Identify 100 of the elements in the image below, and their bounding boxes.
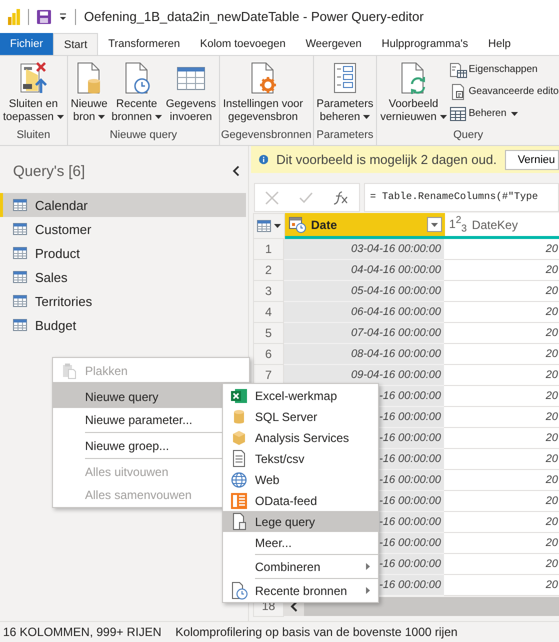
excel-icon <box>231 388 247 404</box>
recent-sources-icon <box>230 582 248 600</box>
table-icon <box>13 223 27 235</box>
query-item[interactable]: Territories <box>0 289 246 313</box>
filter-button[interactable] <box>427 217 442 232</box>
table-cell: 20 <box>444 407 559 428</box>
query-item[interactable]: Customer <box>0 217 246 241</box>
row-number: 2 <box>253 260 284 281</box>
app-logo-icon <box>8 8 20 24</box>
table-cell: 20 <box>444 323 559 344</box>
ribbon-button[interactable]: Instellingen voor gegevensbron <box>220 59 306 129</box>
ribbon-tab[interactable]: Hulpprogramma's <box>372 33 478 55</box>
date-time-type-icon <box>289 216 306 233</box>
row-number: 6 <box>253 344 284 365</box>
table-cell: 20 <box>444 449 559 470</box>
table-menu-button[interactable] <box>253 213 285 239</box>
window-title: Oefening_1B_data2in_newDateTable - Power Query-editor <box>84 9 424 24</box>
table-icon <box>13 271 27 283</box>
ribbon-button[interactable]: Eigenschappen <box>448 59 559 80</box>
collapse-icon[interactable] <box>232 165 240 177</box>
ribbon-tab[interactable]: Fichier <box>0 33 54 55</box>
database-icon <box>233 408 245 424</box>
ribbon-tab[interactable]: Weergeven <box>296 33 372 55</box>
pane-title: Query's [6] <box>13 162 86 180</box>
ribbon-button[interactable]: Nieuwe bron <box>68 59 110 129</box>
table-cell: 20 <box>444 344 559 365</box>
table-cell: 07-04-16 00:00:00 <box>284 323 444 344</box>
table-cell: 06-04-16 00:00:00 <box>284 302 444 323</box>
table-cell: 20 <box>444 239 559 260</box>
table-cell: 20 <box>444 575 559 596</box>
group-label: Nieuwe query <box>108 129 178 143</box>
column-title: DateKey <box>472 218 518 232</box>
ribbon-tab[interactable]: Help <box>478 33 521 55</box>
paste-icon <box>62 362 76 378</box>
table-cell: 20 <box>444 470 559 491</box>
table-cell: 20 <box>444 386 559 407</box>
formula-field[interactable]: = Table.RenameColumns(#"Type <box>364 183 559 212</box>
query-item[interactable]: Calendar <box>0 193 246 217</box>
ribbon-tab[interactable]: Kolom toevoegen <box>190 33 296 55</box>
scroll-left-icon[interactable] <box>290 601 298 612</box>
ribbon-tab[interactable]: Start <box>53 33 98 55</box>
row-number: 4 <box>253 302 284 323</box>
menu-item[interactable]: Lege query <box>223 511 378 532</box>
status-text: 16 KOLOMMEN, 999+ RIJEN <box>3 625 162 639</box>
ribbon-button[interactable]: Sluiten en toepassen <box>1 59 66 129</box>
table-cell: 20 <box>444 260 559 281</box>
table-icon <box>257 220 271 232</box>
properties-icon <box>448 62 467 78</box>
caret-icon <box>274 224 281 228</box>
query-item[interactable]: Budget <box>0 313 246 337</box>
close-apply-icon <box>18 61 48 95</box>
table-icon <box>448 106 467 122</box>
info-message: Dit voorbeeld is mogelijk 2 dagen oud. <box>276 152 497 167</box>
table-cell: 03-04-16 00:00:00 <box>284 239 444 260</box>
ribbon-tab[interactable]: Transformeren <box>98 33 190 55</box>
table-cell: 04-04-16 00:00:00 <box>284 260 444 281</box>
table-cell: 20 <box>444 491 559 512</box>
blank-query-icon <box>232 513 246 530</box>
table-icon <box>13 295 27 307</box>
table-cell: 20 <box>444 554 559 575</box>
table-cell: 08-04-16 00:00:00 <box>284 344 444 365</box>
ribbon-button[interactable]: Parameters beheren <box>314 59 376 129</box>
quick-access-menu-icon[interactable] <box>59 12 67 20</box>
ribbon-button[interactable]: Geavanceerde edito <box>448 81 559 102</box>
group-label: Sluiten <box>16 129 52 143</box>
save-icon[interactable] <box>37 10 51 24</box>
group-label: Gegevensbronnen <box>220 129 312 143</box>
table-cell: 09-04-16 00:00:00 <box>284 365 444 386</box>
globe-icon <box>231 472 247 488</box>
column-header[interactable]: 1$^{2}$$_{3}$ DateKey <box>445 213 559 239</box>
row-number: 1 <box>253 239 284 260</box>
ribbon-button[interactable]: Voorbeeld vernieuwen <box>378 59 449 129</box>
table-cell: 20 <box>444 302 559 323</box>
query-item[interactable]: Sales <box>0 265 246 289</box>
table-cell: 20 <box>444 512 559 533</box>
refresh-button[interactable]: Vernieu <box>504 150 559 170</box>
odata-icon <box>231 492 247 508</box>
document-icon <box>232 450 246 467</box>
group-label: Parameters <box>316 129 374 143</box>
table-cell: 20 <box>444 281 559 302</box>
column-header[interactable]: Date <box>285 213 445 239</box>
status-text: Kolomprofilering op basis van de bovenste 1000 rijen <box>175 625 458 639</box>
query-item[interactable]: Product <box>0 241 246 265</box>
ribbon-button[interactable]: Beheren <box>448 103 559 124</box>
caret-icon <box>431 222 438 226</box>
table-cell: 20 <box>444 365 559 386</box>
row-number: 3 <box>253 281 284 302</box>
cube-icon <box>232 430 246 446</box>
column-title: Date <box>311 218 338 232</box>
table-icon <box>13 247 27 259</box>
group-label: Query <box>452 129 484 143</box>
table-cell: 20 <box>444 428 559 449</box>
ribbon-button[interactable]: Recente bronnen <box>109 59 164 129</box>
row-number: 5 <box>253 323 284 344</box>
ribbon-button[interactable]: Gegevens invoeren <box>164 59 218 129</box>
table-icon <box>13 199 27 211</box>
function-icon[interactable] <box>333 190 349 204</box>
table-cell: 05-04-16 00:00:00 <box>284 281 444 302</box>
table-cell: 20 <box>444 533 559 554</box>
table-icon <box>13 319 27 331</box>
